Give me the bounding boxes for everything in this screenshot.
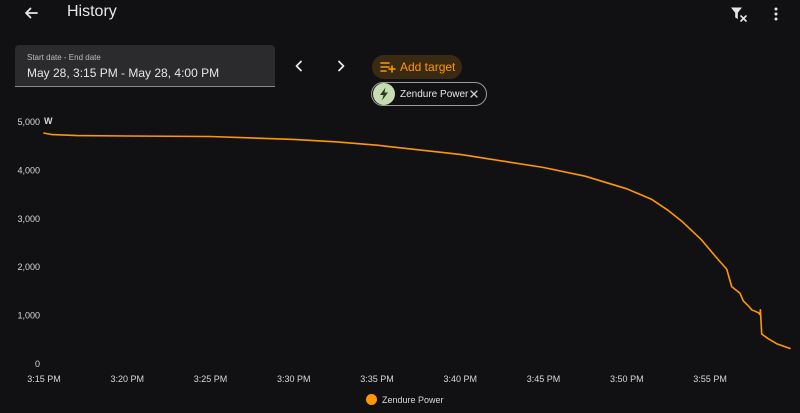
x-tick-label: 3:20 PM <box>110 374 144 384</box>
back-button[interactable] <box>20 2 42 24</box>
x-tick-label: 3:55 PM <box>693 374 727 384</box>
x-tick-label: 3:40 PM <box>444 374 478 384</box>
add-target-button[interactable]: Add target <box>372 55 462 79</box>
dots-vertical-icon <box>774 7 778 21</box>
add-target-label: Add target <box>400 60 456 74</box>
y-tick-label: 1,000 <box>17 311 40 321</box>
date-range-value: May 28, 3:15 PM - May 28, 4:00 PM <box>27 66 220 80</box>
top-app-bar: History <box>0 0 800 26</box>
more-options-button[interactable] <box>766 3 786 25</box>
next-period-button[interactable] <box>332 57 350 75</box>
arrow-left-icon <box>25 7 38 19</box>
page-title: History <box>67 3 117 20</box>
y-tick-label: 2,000 <box>17 262 40 272</box>
close-icon <box>470 90 478 98</box>
x-tick-label: 3:45 PM <box>527 374 561 384</box>
previous-period-button[interactable] <box>290 57 308 75</box>
series-line-zendure-power[interactable] <box>43 132 791 350</box>
clear-filter-button[interactable] <box>728 3 750 25</box>
history-line-chart[interactable]: W 0 1,000 2,000 3,000 4,000 5,000 3:15 PM 3:20 P… <box>0 110 800 413</box>
y-tick-label: 3,000 <box>17 214 40 224</box>
y-tick-label: 0 <box>35 359 40 369</box>
legend-label: Zendure Power <box>382 394 444 405</box>
x-tick-label: 3:35 PM <box>360 374 394 384</box>
y-tick-label: 5,000 <box>17 117 40 127</box>
lightning-bolt-icon <box>373 83 395 105</box>
y-axis-unit-label: W <box>44 116 53 126</box>
legend-swatch <box>366 394 377 405</box>
playlist-plus-icon <box>380 62 396 73</box>
chart-legend[interactable]: Zendure Power <box>366 394 444 405</box>
remove-target-button[interactable] <box>468 88 480 100</box>
chevron-right-icon <box>338 60 345 72</box>
date-range-picker[interactable]: Start date - End date May 28, 3:15 PM - … <box>15 45 275 87</box>
x-tick-label: 3:30 PM <box>277 374 311 384</box>
date-range-label: Start date - End date <box>27 53 101 62</box>
x-tick-label: 3:25 PM <box>194 374 228 384</box>
chevron-left-icon <box>295 60 302 72</box>
y-tick-label: 4,000 <box>17 165 40 175</box>
target-chip-zendure-power: Zendure Power <box>371 82 487 106</box>
target-chip-label: Zendure Power <box>400 88 469 100</box>
filter-remove-icon <box>731 7 747 22</box>
x-tick-label: 3:50 PM <box>610 374 644 384</box>
x-tick-label: 3:15 PM <box>27 374 61 384</box>
